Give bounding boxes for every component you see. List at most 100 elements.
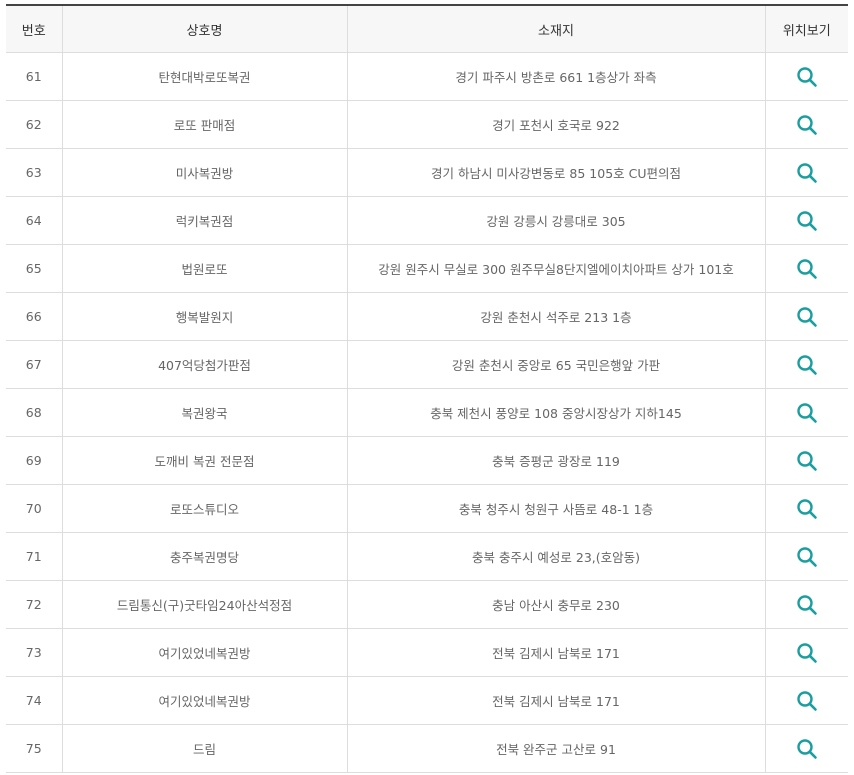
search-icon: [797, 594, 817, 615]
row-number: 66: [6, 292, 63, 341]
table-row: 72 드림통신(구)굿타임24아산석정점 충남 아산시 충무로 230: [6, 580, 848, 629]
row-number: 63: [6, 148, 63, 197]
table-header-row: 번호 상호명 소재지 위치보기: [6, 5, 848, 53]
row-number: 65: [6, 244, 63, 293]
table-row: 65 법원로또 강원 원주시 무실로 300 원주무실8단지엘에이치아파트 상가 1…: [6, 244, 848, 293]
store-list-table-wrap: 번호 상호명 소재지 위치보기 61 탄현대박로또복권 경기 파주시 방촌로 661…: [6, 4, 848, 773]
row-view-location: [765, 292, 848, 341]
row-number: 70: [6, 484, 63, 533]
table-row: 74 여기있었네복권방 전북 김제시 남북로 171: [6, 676, 848, 725]
view-location-button[interactable]: [796, 738, 818, 760]
view-location-button[interactable]: [796, 210, 818, 232]
row-number: 72: [6, 580, 63, 629]
row-address: 강원 춘천시 중앙로 65 국민은행앞 가판: [347, 340, 766, 389]
row-view-location: [765, 724, 848, 773]
row-address: 경기 파주시 방촌로 661 1층상가 좌측: [347, 52, 766, 101]
view-location-button[interactable]: [796, 66, 818, 88]
row-number: 64: [6, 196, 63, 245]
table-row: 66 행복발원지 강원 춘천시 석주로 213 1층: [6, 292, 848, 341]
row-view-location: [765, 436, 848, 485]
row-address: 강원 원주시 무실로 300 원주무실8단지엘에이치아파트 상가 101호: [347, 244, 766, 293]
row-store-name: 드림: [62, 724, 348, 773]
row-number: 69: [6, 436, 63, 485]
row-store-name: 미사복권방: [62, 148, 348, 197]
row-view-location: [765, 52, 848, 101]
table-row: 70 로또스튜디오 충북 청주시 청원구 사뜸로 48-1 1층: [6, 484, 848, 533]
view-location-button[interactable]: [796, 402, 818, 424]
row-store-name: 드림통신(구)굿타임24아산석정점: [62, 580, 348, 629]
header-number: 번호: [6, 5, 63, 53]
row-address: 전북 완주군 고산로 91: [347, 724, 766, 773]
row-number: 68: [6, 388, 63, 437]
row-number: 71: [6, 532, 63, 581]
table-row: 68 복권왕국 충북 제천시 풍양로 108 중앙시장상가 지하145: [6, 388, 848, 437]
table-row: 75 드림 전북 완주군 고산로 91: [6, 724, 848, 773]
table-row: 71 충주복권명당 충북 충주시 예성로 23,(호암동): [6, 532, 848, 581]
view-location-button[interactable]: [796, 114, 818, 136]
row-address: 전북 김제시 남북로 171: [347, 628, 766, 677]
row-view-location: [765, 532, 848, 581]
row-store-name: 충주복권명당: [62, 532, 348, 581]
search-icon: [797, 66, 817, 87]
row-address: 충북 제천시 풍양로 108 중앙시장상가 지하145: [347, 388, 766, 437]
header-view-location: 위치보기: [765, 5, 848, 53]
search-icon: [797, 114, 817, 135]
row-store-name: 법원로또: [62, 244, 348, 293]
view-location-button[interactable]: [796, 498, 818, 520]
table-row: 62 로또 판매점 경기 포천시 호국로 922: [6, 100, 848, 149]
search-icon: [797, 690, 817, 711]
view-location-button[interactable]: [796, 450, 818, 472]
search-icon: [797, 642, 817, 663]
row-store-name: 도깨비 복권 전문점: [62, 436, 348, 485]
table-body: 61 탄현대박로또복권 경기 파주시 방촌로 661 1층상가 좌측 62 로또 판매점…: [6, 52, 848, 773]
view-location-button[interactable]: [796, 546, 818, 568]
row-store-name: 행복발원지: [62, 292, 348, 341]
table-row: 73 여기있었네복권방 전북 김제시 남북로 171: [6, 628, 848, 677]
view-location-button[interactable]: [796, 162, 818, 184]
table-row: 63 미사복권방 경기 하남시 미사강변동로 85 105호 CU편의점: [6, 148, 848, 197]
row-number: 74: [6, 676, 63, 725]
row-store-name: 로또 판매점: [62, 100, 348, 149]
table-row: 64 럭키복권점 강원 강릉시 강릉대로 305: [6, 196, 848, 245]
row-address: 충북 증평군 광장로 119: [347, 436, 766, 485]
row-view-location: [765, 580, 848, 629]
view-location-button[interactable]: [796, 306, 818, 328]
view-location-button[interactable]: [796, 594, 818, 616]
row-store-name: 탄현대박로또복권: [62, 52, 348, 101]
search-icon: [797, 210, 817, 231]
view-location-button[interactable]: [796, 642, 818, 664]
row-number: 67: [6, 340, 63, 389]
table-row: 69 도깨비 복권 전문점 충북 증평군 광장로 119: [6, 436, 848, 485]
row-view-location: [765, 148, 848, 197]
view-location-button[interactable]: [796, 690, 818, 712]
view-location-button[interactable]: [796, 258, 818, 280]
row-number: 75: [6, 724, 63, 773]
row-store-name: 로또스튜디오: [62, 484, 348, 533]
row-number: 61: [6, 52, 63, 101]
store-list-table: 번호 상호명 소재지 위치보기 61 탄현대박로또복권 경기 파주시 방촌로 661…: [6, 4, 848, 773]
row-number: 73: [6, 628, 63, 677]
row-address: 충남 아산시 충무로 230: [347, 580, 766, 629]
search-icon: [797, 450, 817, 471]
header-address: 소재지: [347, 5, 766, 53]
search-icon: [797, 258, 817, 279]
table-row: 67 407억당첨가판점 강원 춘천시 중앙로 65 국민은행앞 가판: [6, 340, 848, 389]
search-icon: [797, 402, 817, 423]
row-address: 충북 충주시 예성로 23,(호암동): [347, 532, 766, 581]
row-view-location: [765, 676, 848, 725]
view-location-button[interactable]: [796, 354, 818, 376]
search-icon: [797, 498, 817, 519]
row-view-location: [765, 100, 848, 149]
row-store-name: 여기있었네복권방: [62, 676, 348, 725]
row-address: 강원 강릉시 강릉대로 305: [347, 196, 766, 245]
row-address: 전북 김제시 남북로 171: [347, 676, 766, 725]
row-store-name: 럭키복권점: [62, 196, 348, 245]
row-store-name: 복권왕국: [62, 388, 348, 437]
search-icon: [797, 354, 817, 375]
search-icon: [797, 306, 817, 327]
search-icon: [797, 162, 817, 183]
row-view-location: [765, 196, 848, 245]
table-row: 61 탄현대박로또복권 경기 파주시 방촌로 661 1층상가 좌측: [6, 52, 848, 101]
row-address: 충북 청주시 청원구 사뜸로 48-1 1층: [347, 484, 766, 533]
row-view-location: [765, 628, 848, 677]
